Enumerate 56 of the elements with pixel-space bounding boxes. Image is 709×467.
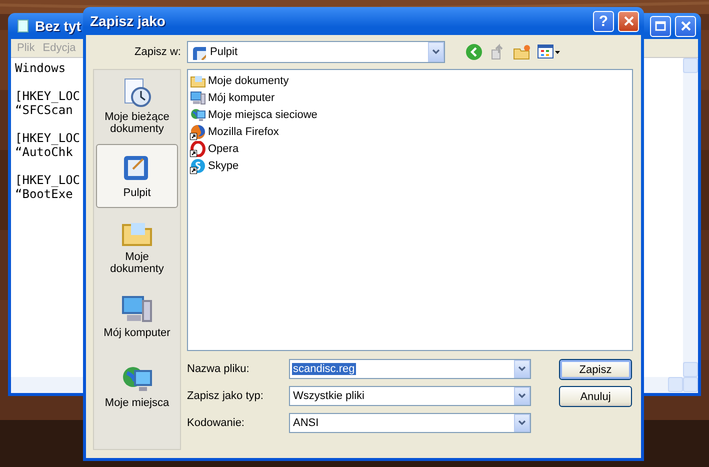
save-in-value: Pulpit	[210, 46, 238, 58]
shortcut-arrow-icon	[190, 150, 197, 157]
dialog-title: Zapisz jako	[90, 13, 166, 29]
close-icon	[624, 16, 634, 26]
new-folder-icon	[513, 43, 531, 61]
text-line: [HKEY_LOC	[15, 131, 80, 145]
text-line: “SFCScan	[15, 103, 73, 117]
file-name[interactable]: Moje dokumenty	[208, 75, 289, 87]
close-icon	[680, 21, 690, 31]
places-item[interactable]: Moje miejsca	[96, 354, 178, 418]
desktop-icon	[190, 44, 206, 60]
file-name[interactable]: Mozilla Firefox	[208, 126, 279, 138]
field-label: Zapisz jako typ:	[187, 390, 264, 402]
file-name[interactable]: Mój komputer	[208, 92, 275, 104]
back-icon[interactable]	[465, 43, 483, 61]
places-item[interactable]: Moje bieżące dokumenty	[96, 74, 178, 138]
globe-computer-icon	[190, 107, 206, 123]
combo-field[interactable]: ANSI	[289, 413, 531, 433]
file-name[interactable]: Moje miejsca sieciowe	[208, 109, 318, 121]
save-in-label: Zapisz w:	[134, 46, 181, 58]
text-line: [HKEY_LOC	[15, 173, 80, 187]
dropdown-button[interactable]	[514, 360, 530, 378]
shortcut-arrow-icon	[190, 167, 197, 174]
file-name[interactable]: Opera	[208, 143, 239, 155]
view-menu-icon	[537, 43, 561, 61]
combo-field[interactable]: scandisc.reg	[289, 359, 531, 379]
dropdown-button[interactable]	[428, 42, 444, 62]
places-item[interactable]: Mój komputer	[96, 284, 178, 348]
field-label: Nazwa pliku:	[187, 363, 250, 375]
places-item[interactable]: Pulpit	[96, 144, 178, 208]
shortcut-arrow-icon	[190, 133, 197, 140]
dropdown-button[interactable]	[514, 387, 530, 405]
close-button[interactable]	[618, 10, 639, 32]
window-title: Bez tyt	[35, 18, 81, 34]
o-logo-icon	[190, 141, 206, 157]
computer-icon	[121, 293, 153, 325]
vertical-scrollbar[interactable]	[683, 58, 698, 377]
text-line: “AutoChk	[15, 145, 73, 159]
close-button[interactable]	[675, 16, 696, 36]
text-line: [HKEY_LOC	[15, 89, 80, 103]
dropdown-button[interactable]	[514, 414, 530, 432]
dialog-button[interactable]: Zapisz	[559, 359, 632, 380]
save-in-dropdown[interactable]: Pulpit	[187, 41, 445, 63]
text-line: “BootExe	[15, 187, 73, 201]
places-item[interactable]: Moje dokumenty	[96, 214, 178, 278]
dialog-button[interactable]: Anuluj	[559, 386, 632, 407]
field-label: Kodowanie:	[187, 417, 246, 429]
folder-icon	[190, 73, 206, 89]
computer-icon	[190, 90, 206, 106]
maximize-button[interactable]	[650, 16, 671, 36]
maximize-icon	[655, 21, 666, 31]
file-name[interactable]: Skype	[208, 160, 239, 172]
text-line: Windows	[15, 61, 66, 75]
combo-field[interactable]: Wszystkie pliki	[289, 386, 531, 406]
notepad-icon	[15, 18, 31, 34]
help-button[interactable]: ?	[593, 10, 614, 32]
